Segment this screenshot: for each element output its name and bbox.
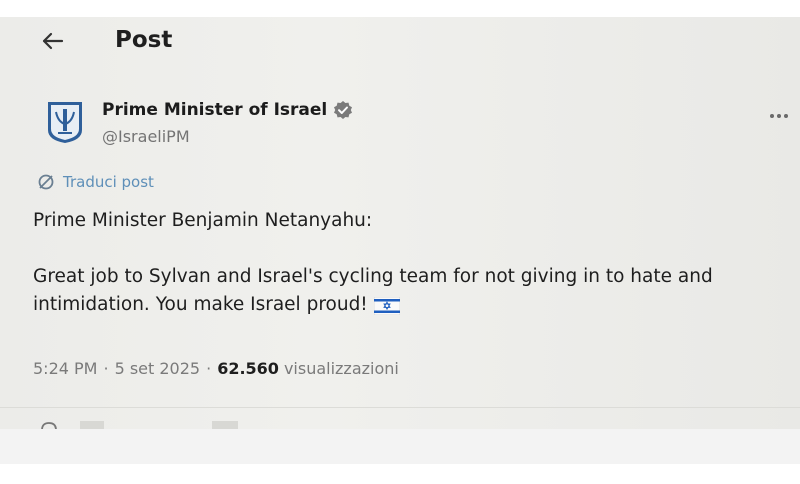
post-date[interactable]: 5 set 2025 — [115, 359, 201, 378]
post-header: Post — [0, 17, 800, 69]
author-name[interactable]: Prime Minister of Israel — [102, 100, 327, 120]
emblem-avatar-icon — [48, 102, 82, 143]
post-meta: 5:24 PM · 5 set 2025 · 62.560 visualizza… — [33, 359, 399, 378]
post-time[interactable]: 5:24 PM — [33, 359, 97, 378]
action-count-stub — [212, 421, 238, 429]
back-arrow-icon[interactable] — [38, 27, 66, 55]
divider — [0, 407, 800, 408]
author-handle[interactable]: @IsraeliPM — [102, 127, 190, 146]
author-name-row[interactable]: Prime Minister of Israel — [102, 100, 353, 120]
avatar[interactable] — [46, 100, 84, 144]
verified-badge-icon — [333, 100, 353, 120]
meta-separator: · — [103, 359, 109, 378]
action-count-stub — [80, 421, 104, 429]
views-label: visualizzazioni — [283, 359, 399, 378]
translate-label[interactable]: Traduci post — [63, 173, 154, 191]
post-screen: Post Prime Minister of Israel @IsraeliPM… — [0, 17, 800, 429]
reply-icon[interactable] — [38, 419, 60, 429]
meta-separator: · — [206, 359, 212, 378]
page-title: Post — [115, 27, 173, 53]
more-options-icon[interactable] — [770, 109, 800, 123]
israel-flag-icon — [373, 296, 401, 316]
post-body: Prime Minister Benjamin Netanyahu: Great… — [33, 207, 793, 319]
bottom-band — [0, 429, 800, 464]
translate-icon — [38, 174, 54, 190]
views-count: 62.560 — [217, 359, 279, 378]
translate-post-link[interactable]: Traduci post — [37, 173, 154, 191]
